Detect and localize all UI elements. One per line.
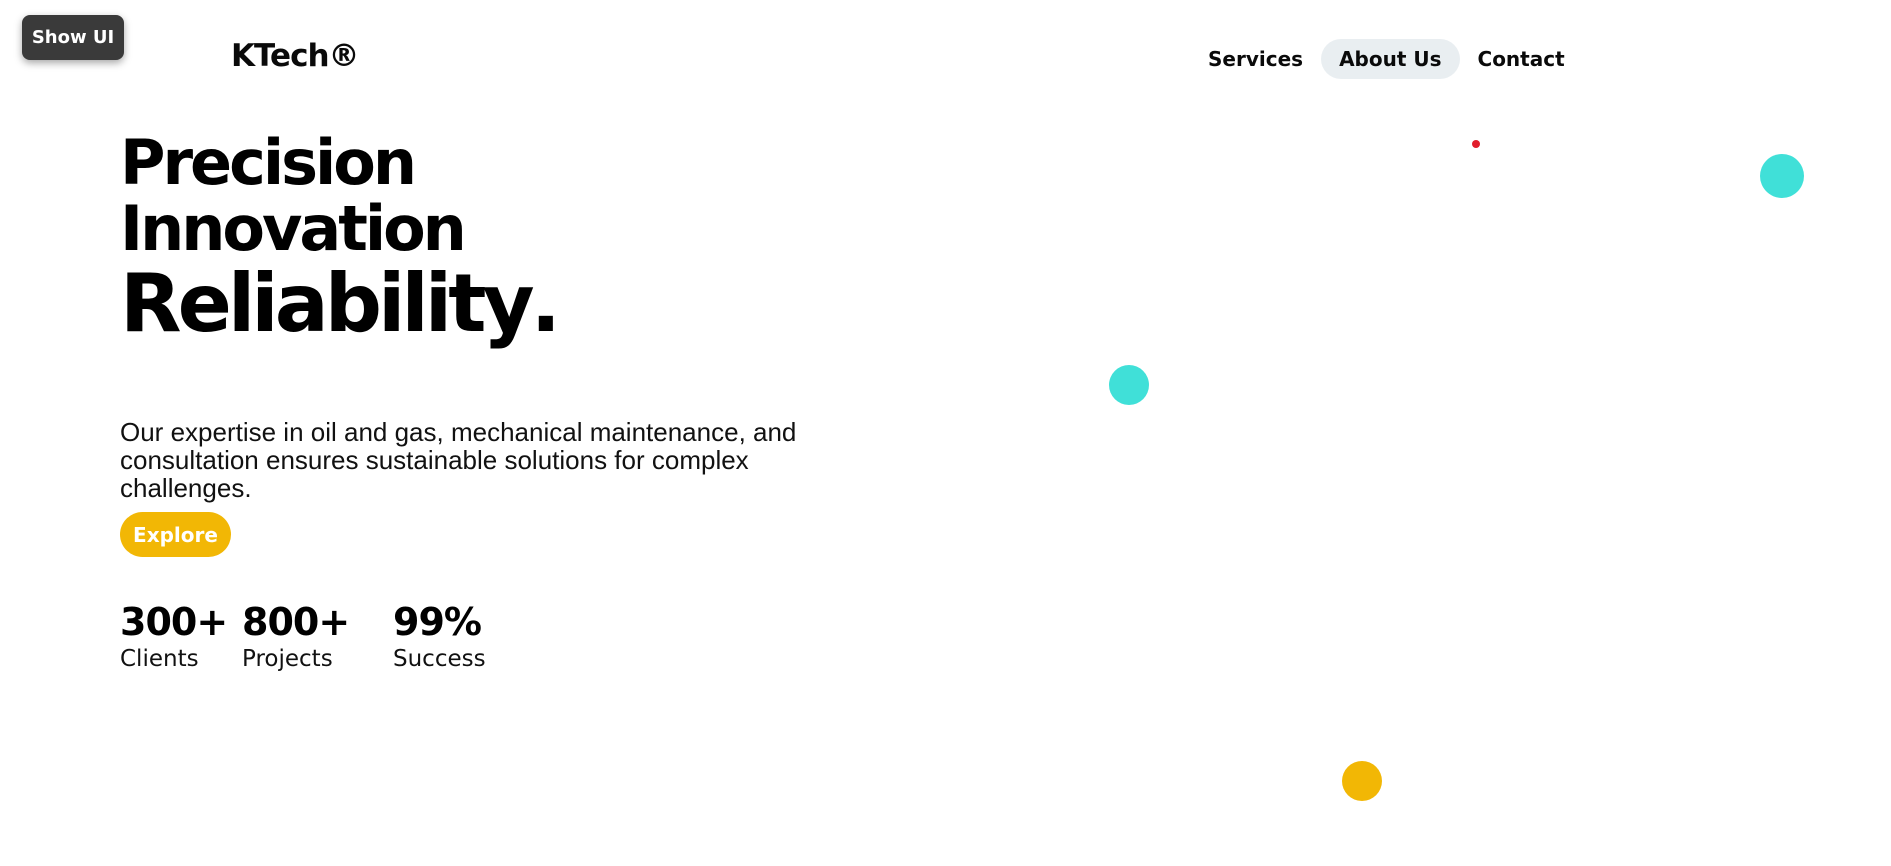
- cyan-dot-top: [1760, 154, 1804, 198]
- nav-contact[interactable]: Contact: [1460, 39, 1583, 79]
- explore-button[interactable]: Explore: [120, 512, 231, 557]
- show-ui-button[interactable]: Show UI: [22, 15, 124, 60]
- hero-title-line-1: Precision: [120, 126, 417, 199]
- worker-young: [1110, 88, 1480, 760]
- nav-about-us[interactable]: About Us: [1321, 39, 1460, 79]
- stat-projects-label: Projects: [242, 646, 333, 672]
- stat-success: 99% Success: [393, 600, 486, 674]
- hero-title-line-3: Reliability.: [120, 262, 561, 346]
- hero-workers-illustration: [1109, 88, 1804, 801]
- photo-collage: [1110, 88, 1780, 760]
- yellow-dot-bottom: [1342, 761, 1382, 801]
- hero-description: Our expertise in oil and gas, mechanical…: [120, 417, 797, 503]
- stat-projects-value: 800+: [242, 600, 350, 644]
- red-dot-small: [1472, 140, 1480, 148]
- main-nav: Services About Us Contact: [1190, 39, 1583, 79]
- brand-logo[interactable]: KTech®: [231, 38, 360, 74]
- stat-clients-value: 300+: [120, 600, 228, 644]
- stat-projects: 800+ Projects: [242, 600, 350, 674]
- stat-success-value: 99%: [393, 600, 482, 644]
- stat-clients: 300+ Clients: [120, 600, 228, 674]
- stat-success-label: Success: [393, 646, 486, 672]
- nav-services[interactable]: Services: [1190, 39, 1321, 79]
- cyan-dot-left: [1109, 365, 1149, 405]
- stat-clients-label: Clients: [120, 646, 199, 672]
- hero-title-line-3-text: Reliability: [120, 257, 535, 350]
- hero-title-line-2: Innovation: [120, 192, 467, 265]
- worker-senior: [1426, 88, 1780, 760]
- hero-heading-block: Precision Innovation Reliability.: [120, 130, 561, 346]
- hero-title: Precision Innovation Reliability.: [120, 130, 561, 346]
- hero-title-period: .: [530, 257, 561, 350]
